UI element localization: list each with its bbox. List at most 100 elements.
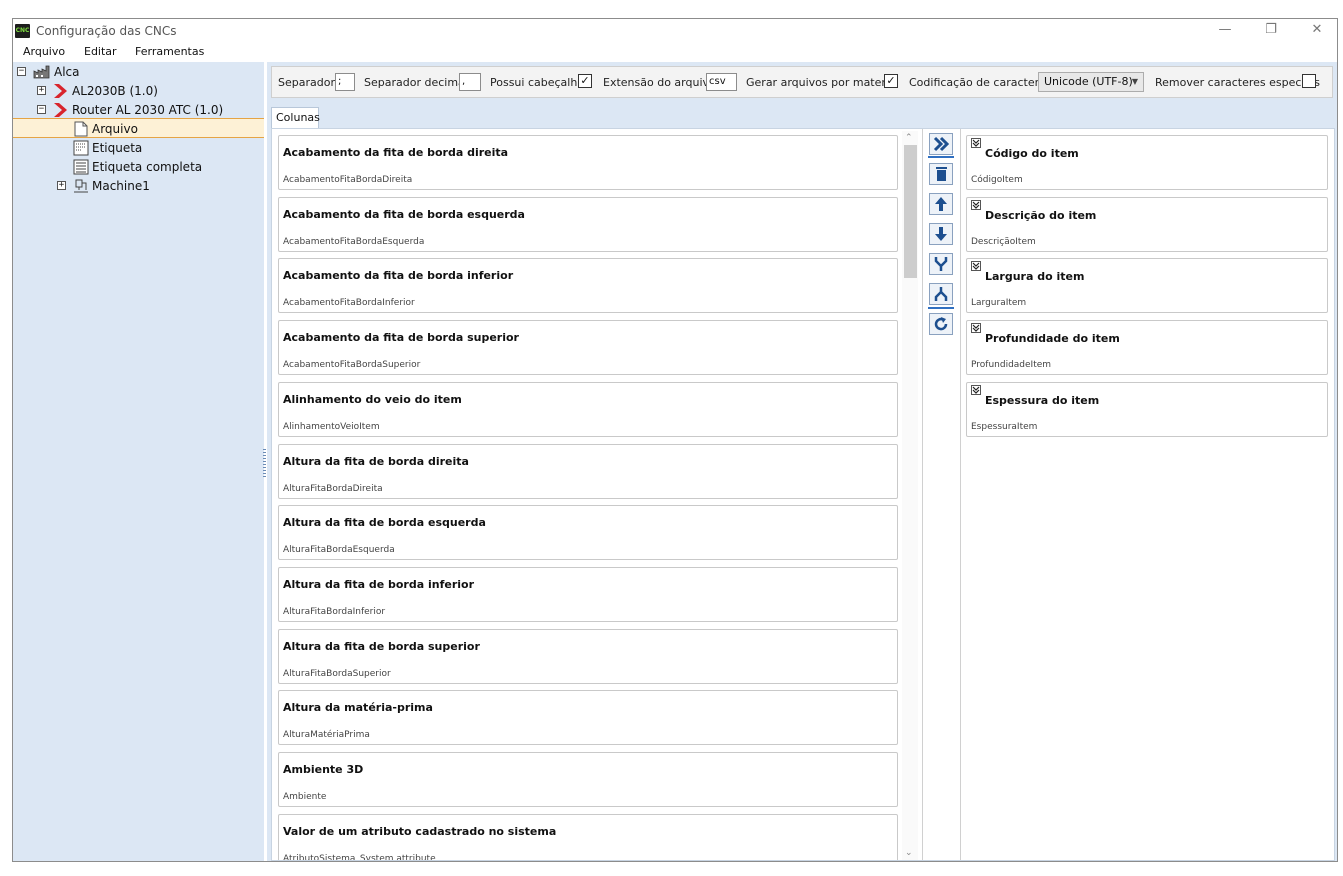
gerar-arquivos-checkbox[interactable]: ✓: [884, 74, 898, 88]
tree-node-machine1[interactable]: + Machine1: [57, 176, 150, 195]
tree-node-etiqueta-completa[interactable]: Etiqueta completa: [73, 157, 202, 176]
selected-column-card[interactable]: Profundidade do item ProfundidadeItem: [966, 320, 1328, 376]
menu-ferramentas[interactable]: Ferramentas: [135, 45, 204, 58]
tree-node-alca[interactable]: − Alca: [17, 62, 80, 81]
available-column-card[interactable]: Acabamento da fita de borda direita Acaba…: [278, 135, 898, 190]
available-column-card[interactable]: Altura da fita de borda esquerda AlturaFi…: [278, 505, 898, 561]
selected-column-card[interactable]: Largura do item LarguraItem: [966, 258, 1328, 314]
selected-column-card[interactable]: Espessura do item EspessuraItem: [966, 381, 1328, 437]
tree-label-router: Router AL 2030 ATC (1.0): [72, 102, 224, 117]
separador-label: Separador: [278, 76, 335, 89]
column-key: AtributoSistema_System attribute: [283, 853, 436, 860]
collapse-icon[interactable]: −: [37, 105, 46, 114]
codificacao-select[interactable]: Unicode (UTF-8) ▼: [1038, 72, 1144, 92]
tree-node-al2030b[interactable]: + AL2030B (1.0): [37, 81, 158, 100]
column-title: Alinhamento do veio do item: [283, 392, 462, 406]
column-title: Altura da fita de borda esquerda: [283, 516, 486, 530]
menu-arquivo[interactable]: Arquivo: [23, 45, 65, 58]
collapse-chevron-icon[interactable]: [971, 261, 981, 272]
panel-separator: [960, 129, 961, 860]
tree-node-arquivo[interactable]: Arquivo: [73, 119, 138, 138]
tab-strip: Colunas: [267, 107, 1337, 128]
column-title: Altura da fita de borda direita: [283, 454, 469, 468]
cnc-app-icon: CNC: [15, 24, 30, 38]
collapse-chevron-icon[interactable]: [971, 384, 981, 395]
tree-label-al2030b: AL2030B (1.0): [72, 83, 158, 98]
available-columns-list: Acabamento da fita de borda direita Acaba…: [278, 135, 900, 860]
available-column-card[interactable]: Altura da fita de borda inferior AlturaFi…: [278, 566, 898, 622]
available-column-card[interactable]: Acabamento da fita de borda esquerda Acab…: [278, 196, 898, 252]
window-title: Configuração das CNCs: [36, 24, 177, 38]
selected-column-card[interactable]: Descrição do item DescriçãoItem: [966, 196, 1328, 252]
menu-editar[interactable]: Editar: [84, 45, 117, 58]
available-column-card[interactable]: Altura da fita de borda direita AlturaFit…: [278, 443, 898, 499]
column-title: Largura do item: [985, 270, 1085, 284]
close-button[interactable]: ✕: [1294, 19, 1337, 43]
tree-node-etiqueta[interactable]: Etiqueta: [73, 138, 142, 157]
remover-caracteres-checkbox[interactable]: [1302, 74, 1316, 88]
codificacao-label: Codificação de caracteres: [909, 76, 1052, 89]
merge-button[interactable]: [929, 253, 953, 275]
scroll-thumb[interactable]: [904, 145, 917, 278]
split-button[interactable]: [929, 283, 953, 305]
merge-icon: [934, 257, 948, 271]
move-down-button[interactable]: [929, 223, 953, 245]
columns-content: Acabamento da fita de borda direita Acaba…: [271, 128, 1335, 861]
extensao-input[interactable]: csv: [706, 73, 737, 91]
column-key: LarguraItem: [971, 298, 1027, 309]
column-key: AlturaFitaBordaDireita: [283, 483, 383, 494]
available-column-card[interactable]: Altura da matéria-prima AlturaMatériaPrim…: [278, 690, 898, 746]
split-icon: [934, 287, 948, 301]
column-key: AlturaMatériaPrima: [283, 730, 370, 741]
available-column-card[interactable]: Altura da fita de borda superior AlturaFi…: [278, 628, 898, 684]
available-column-card[interactable]: Acabamento da fita de borda inferior Acab…: [278, 258, 898, 314]
tree-label-alca: Alca: [54, 64, 80, 79]
column-title: Altura da fita de borda inferior: [283, 577, 475, 591]
cnc-machine-icon: [74, 179, 88, 192]
available-column-card[interactable]: Valor de um atributo cadastrado no siste…: [278, 813, 898, 860]
machine-arrow-icon: [54, 102, 67, 117]
selected-column-card[interactable]: Código do item CódigoItem: [966, 135, 1328, 190]
separador-decimal-input[interactable]: ,: [459, 73, 481, 91]
tree-label-etiqueta: Etiqueta: [92, 140, 143, 155]
column-title: Acabamento da fita de borda superior: [283, 331, 519, 345]
scroll-up-icon[interactable]: ⌃: [905, 133, 913, 143]
scroll-down-icon[interactable]: ⌄: [905, 848, 913, 858]
minimize-button[interactable]: —: [1202, 19, 1248, 43]
tree-label-etiqueta-completa: Etiqueta completa: [92, 159, 203, 174]
column-key: CódigoItem: [971, 175, 1023, 185]
available-column-card[interactable]: Acabamento da fita de borda superior Acab…: [278, 320, 898, 376]
column-title: Acabamento da fita de borda direita: [283, 146, 509, 159]
delete-button[interactable]: [929, 163, 953, 185]
remover-caracteres-label: Remover caracteres especiais: [1155, 76, 1320, 89]
possui-cabecalho-checkbox[interactable]: ✓: [578, 74, 592, 88]
tree-label-arquivo: Arquivo: [92, 121, 138, 136]
available-column-card[interactable]: Alinhamento do veio do item AlinhamentoVe…: [278, 381, 898, 437]
column-title: Profundidade do item: [985, 332, 1120, 346]
double-chevron-right-icon: [933, 136, 949, 152]
add-all-button[interactable]: [929, 133, 953, 155]
collapse-icon[interactable]: −: [17, 67, 26, 76]
collapse-chevron-icon[interactable]: [971, 199, 981, 210]
extensao-label: Extensão do arquivo: [603, 76, 716, 89]
restore-button[interactable]: ❐: [1248, 19, 1294, 43]
available-scrollbar[interactable]: ⌃ ⌄: [902, 131, 918, 860]
tree-selection-highlight: [13, 118, 264, 138]
column-key: AcabamentoFitaBordaInferior: [283, 298, 415, 309]
splitter-grip[interactable]: [263, 449, 266, 479]
tab-colunas[interactable]: Colunas: [271, 107, 320, 128]
full-label-icon: [73, 159, 89, 174]
expand-icon[interactable]: +: [37, 86, 46, 95]
available-column-card[interactable]: Ambiente 3D Ambiente: [278, 752, 898, 807]
column-key: EspessuraItem: [971, 421, 1038, 432]
separador-input[interactable]: ;: [335, 73, 355, 91]
column-key: ProfundidadeItem: [971, 360, 1052, 371]
column-title: Acabamento da fita de borda inferior: [283, 269, 514, 283]
collapse-chevron-icon[interactable]: [971, 323, 981, 334]
move-up-button[interactable]: [929, 193, 953, 215]
expand-icon[interactable]: +: [57, 181, 66, 190]
selected-columns-list: Código do item CódigoItem Descrição do ite…: [966, 135, 1328, 860]
collapse-chevron-icon[interactable]: [971, 138, 981, 148]
refresh-button[interactable]: [929, 313, 953, 335]
tree-node-router[interactable]: − Router AL 2030 ATC (1.0): [37, 100, 223, 119]
